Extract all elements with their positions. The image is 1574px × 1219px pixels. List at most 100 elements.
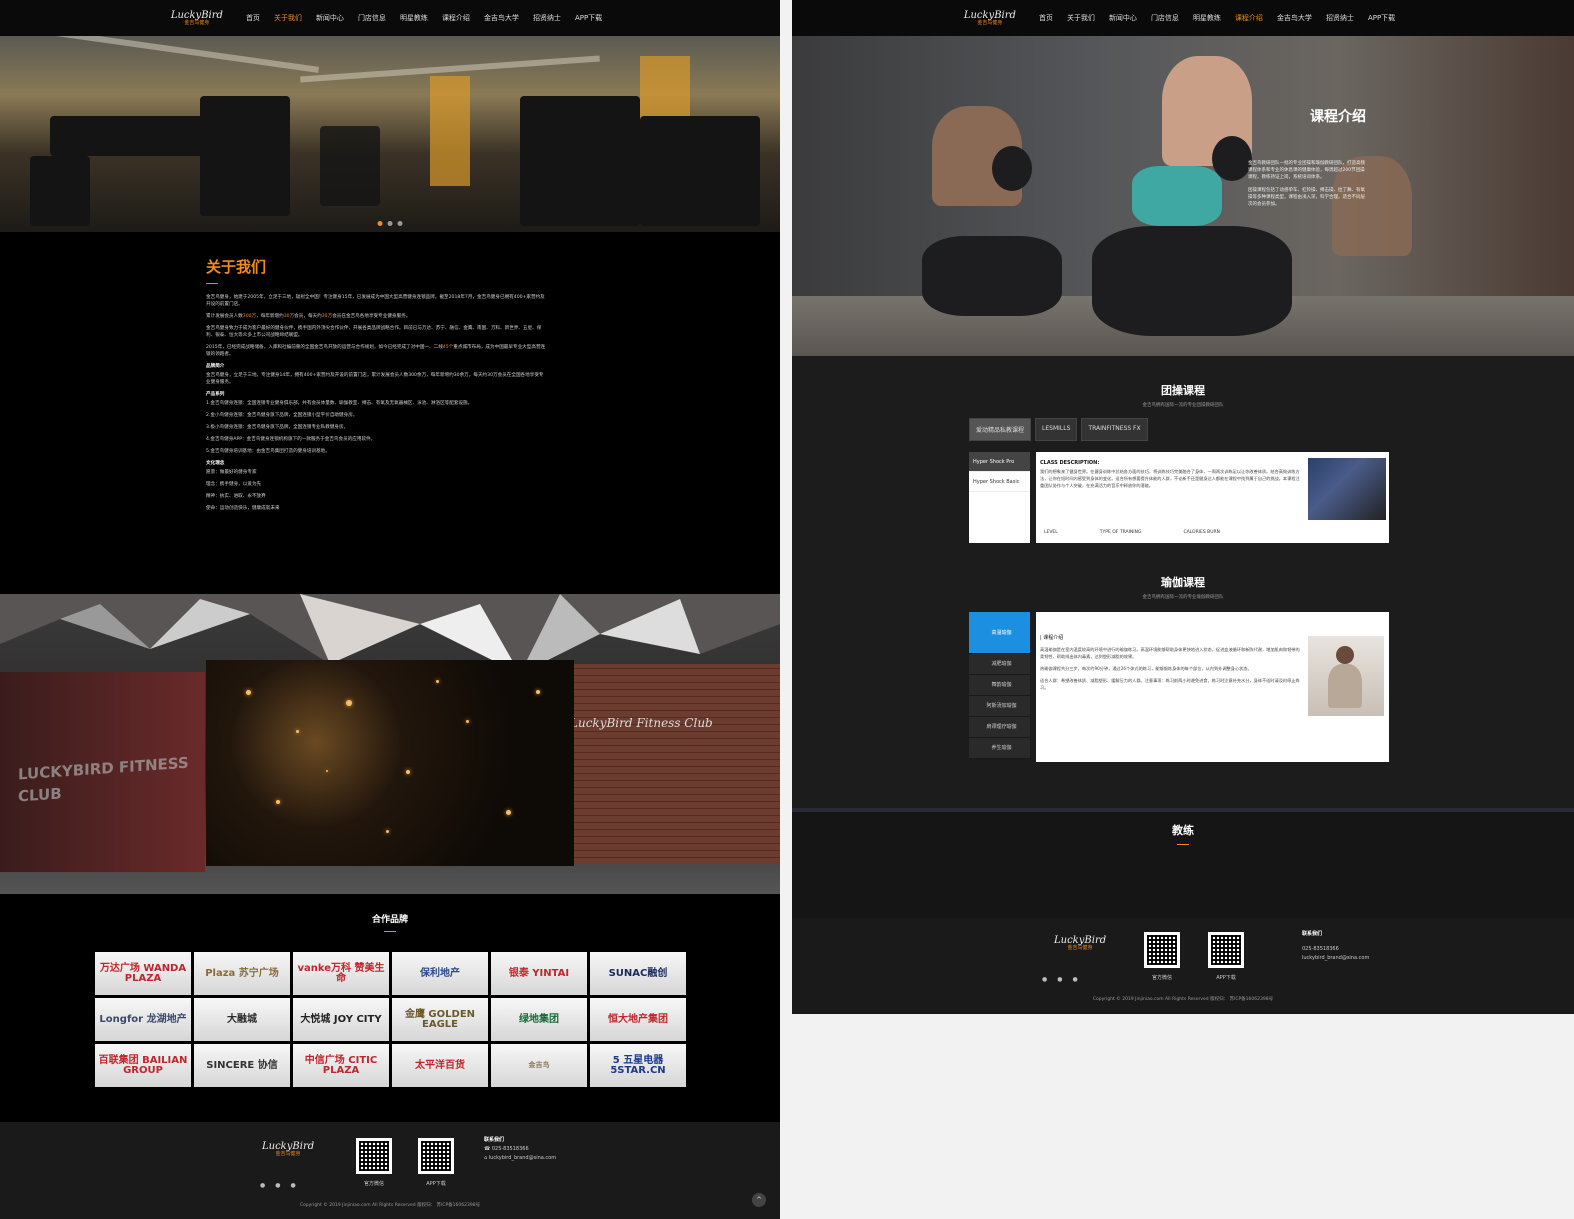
qr-label: APP下载 bbox=[1216, 975, 1236, 981]
nav-news[interactable]: 新闻中心 bbox=[1109, 13, 1137, 23]
partner-logo[interactable]: 银泰 YINTAI bbox=[491, 952, 587, 995]
qr-label: 官方微信 bbox=[1151, 975, 1172, 981]
class-item-hyper-shock-pro[interactable]: Hyper Shock Pro bbox=[969, 452, 1030, 472]
partner-logo[interactable]: 绿地集团 bbox=[491, 998, 587, 1041]
phone-icon: ☎ bbox=[484, 1146, 492, 1152]
culture-item: 理念：携手健身，以爱为先 bbox=[206, 482, 262, 487]
copyright: Copyright © 2019 Jinjiniao.com All Right… bbox=[299, 1203, 481, 1208]
footer-logo[interactable]: LuckyBird 金吉鸟健身 bbox=[1054, 936, 1106, 951]
group-class-tabs: 爱动精品私教课程 LESMILLS TRAINFITNESS FX bbox=[969, 418, 1148, 441]
partner-logo[interactable]: 5 五星电器 5STAR.CN bbox=[590, 1044, 686, 1087]
nav-jobs[interactable]: 招贤纳士 bbox=[533, 13, 561, 23]
nav-news[interactable]: 新闻中心 bbox=[316, 13, 344, 23]
class-meta: LEVEL TYPE OF TRAINING CALORIES BURN bbox=[1044, 530, 1221, 535]
about-paragraph: 金吉鸟健身致力于成为客户最好的健身伙伴，携手国内外顶尖合作伙伴，开展各类品牌战略… bbox=[206, 326, 542, 338]
yoga-item-hot[interactable]: 高温瑜伽 bbox=[969, 612, 1030, 654]
partner-logo[interactable]: vanke万科 赞美生命 bbox=[293, 952, 389, 995]
yoga-item-ashtanga[interactable]: 阿斯汤加瑜伽 bbox=[969, 696, 1030, 717]
nav-coaches[interactable]: 明星教练 bbox=[400, 13, 428, 23]
qr-label: APP下载 bbox=[426, 1181, 446, 1187]
product-item: 1.金吉鸟健身连锁：全国连锁专业健身俱乐部，共有会员体量数、瑜伽教室、搏击、有氧… bbox=[206, 401, 473, 406]
coach-title: 教练 bbox=[1172, 824, 1194, 837]
class-description-text: 我们的想象来了健身世界。在健身训练中总结各方面的技巧，将训练技巧完美融合了身体，… bbox=[1040, 469, 1300, 488]
class-description-panel: CLASS DESCRIPTION: 我们的想象来了健身世界。在健身训练中总结各… bbox=[1036, 452, 1389, 543]
class-photo bbox=[1308, 458, 1386, 520]
top-nav: LuckyBird 金吉鸟健身 首页 关于我们 新闻中心 门店信息 明星教练 课程… bbox=[792, 0, 1574, 36]
weibo-icon[interactable]: ● bbox=[291, 1182, 296, 1189]
nav-coaches[interactable]: 明星教练 bbox=[1193, 13, 1221, 23]
group-class-title: 团操课程 bbox=[1161, 384, 1205, 397]
weibo-icon[interactable]: ● bbox=[1073, 976, 1078, 983]
yoga-item-dance[interactable]: 舞韵瑜伽 bbox=[969, 675, 1030, 696]
partner-brands-section: 合作品牌 万达广场 WANDA PLAZA Plaza 苏宁广场 vanke万科… bbox=[0, 894, 780, 1122]
brand-intro-heading: 品牌简介 bbox=[206, 364, 225, 369]
nav-courses[interactable]: 课程介绍 bbox=[1235, 13, 1263, 23]
partner-logo[interactable]: Longfor 龙湖地产 bbox=[95, 998, 191, 1041]
partner-logo[interactable]: 大融城 bbox=[194, 998, 290, 1041]
yoga-description-panel: | 课程介绍 高温瑜伽是在室内温度较高的环境中进行的瑜伽练习。高温环境能够帮助身… bbox=[1036, 612, 1389, 762]
nav-app[interactable]: APP下载 bbox=[1368, 13, 1395, 23]
class-item-hyper-shock-basic[interactable]: Hyper Shock Basic bbox=[969, 472, 1030, 492]
partner-logo[interactable]: 保利地产 bbox=[392, 952, 488, 995]
partner-logo[interactable]: 太平洋百货 bbox=[392, 1044, 488, 1087]
nav-stores[interactable]: 门店信息 bbox=[1151, 13, 1179, 23]
app-qr-code bbox=[418, 1138, 454, 1174]
group-class-list: Hyper Shock Pro Hyper Shock Basic bbox=[969, 452, 1030, 543]
partner-logo[interactable]: 百联集团 BAILIAN GROUP bbox=[95, 1044, 191, 1087]
partner-logo[interactable]: 金鹰 GOLDEN EAGLE bbox=[392, 998, 488, 1041]
contact-info: 联系我们 ☎ 025-83518366 ⌂ luckybird_brand@si… bbox=[484, 1137, 557, 1161]
product-item: 5.金吉鸟健身培训基地：由金吉鸟集团打造的健身培训基地。 bbox=[206, 449, 330, 454]
partner-logo[interactable]: 大悦城 JOY CITY bbox=[293, 998, 389, 1041]
partner-logo-grid: 万达广场 WANDA PLAZA Plaza 苏宁广场 vanke万科 赞美生命… bbox=[95, 952, 686, 1087]
partner-logo[interactable]: 金吉鸟 bbox=[491, 1044, 587, 1087]
partner-logo[interactable]: SINCERE 协信 bbox=[194, 1044, 290, 1087]
yoga-subtitle: 金吉鸟拥有国际一流的专业瑜伽教研团队 bbox=[1142, 595, 1224, 600]
yoga-item-slimming[interactable]: 减肥瑜伽 bbox=[969, 654, 1030, 675]
back-to-top-button[interactable]: ^ bbox=[752, 1193, 766, 1207]
product-item: 2.金小鸟健身连锁：金吉鸟健身旗下品牌，全国连锁小型平价自助健身房。 bbox=[206, 413, 358, 418]
wechat-icon[interactable]: ● bbox=[1042, 976, 1047, 983]
partners-title: 合作品牌 bbox=[371, 915, 408, 925]
courses-page: LuckyBird 金吉鸟健身 首页 关于我们 新闻中心 门店信息 明星教练 课程… bbox=[792, 0, 1574, 1014]
site-footer: LuckyBird 金吉鸟健身 ● ● ● 官方微信 APP下载 联系我们 025… bbox=[792, 918, 1574, 1014]
yoga-item-neck-therapy[interactable]: 肩颈理疗瑜伽 bbox=[969, 717, 1030, 738]
site-logo[interactable]: LuckyBird 金吉鸟健身 bbox=[964, 10, 1016, 26]
partner-logo[interactable]: 中信广场 CITIC PLAZA bbox=[293, 1044, 389, 1087]
partner-logo[interactable]: 万达广场 WANDA PLAZA bbox=[95, 952, 191, 995]
partner-logo[interactable]: Plaza 苏宁广场 bbox=[194, 952, 290, 995]
culture-heading: 文化理念 bbox=[206, 461, 225, 466]
courses-intro: 金吉鸟教研团队一批的专业团操和瑜伽教研团队，打造高频课程体系和专业的休息课的健康… bbox=[1248, 161, 1365, 207]
about-paragraph: 累计发展会员人数300万，每年新增约30万会员，每天约30万会员在金吉鸟各地享受… bbox=[206, 314, 411, 319]
nav-about[interactable]: 关于我们 bbox=[274, 13, 302, 23]
nav-home[interactable]: 首页 bbox=[1039, 13, 1053, 23]
tab-trainfitness[interactable]: TRAINFITNESS FX bbox=[1081, 418, 1148, 441]
qq-icon[interactable]: ● bbox=[1057, 976, 1062, 983]
nav-home[interactable]: 首页 bbox=[246, 13, 260, 23]
footer-logo[interactable]: LuckyBird 金吉鸟健身 bbox=[262, 1142, 314, 1157]
top-nav: LuckyBird 金吉鸟健身 首页 关于我们 新闻中心 门店信息 明星教练 课程… bbox=[0, 0, 780, 36]
yoga-class-list: 高温瑜伽 减肥瑜伽 舞韵瑜伽 阿斯汤加瑜伽 肩颈理疗瑜伽 养生瑜伽 bbox=[969, 612, 1030, 759]
site-logo[interactable]: LuckyBird 金吉鸟健身 bbox=[171, 10, 223, 26]
yoga-item-wellness[interactable]: 养生瑜伽 bbox=[969, 738, 1030, 759]
carousel-dots[interactable] bbox=[377, 221, 403, 226]
nav-university[interactable]: 金吉鸟大学 bbox=[1277, 13, 1312, 23]
tab-lesmills[interactable]: LESMILLS bbox=[1035, 418, 1078, 441]
partner-logo[interactable]: 恒大地产集团 bbox=[590, 998, 686, 1041]
nav-about[interactable]: 关于我们 bbox=[1067, 13, 1095, 23]
yoga-photo bbox=[1308, 636, 1384, 716]
about-section: 关于我们 金吉鸟健身，始建于2005年，立足于三地，辐射全中国！专注健身15年，… bbox=[0, 232, 780, 594]
tab-private-courses[interactable]: 爱动精品私教课程 bbox=[969, 418, 1032, 441]
partner-logo[interactable]: SUNAC融创 bbox=[590, 952, 686, 995]
qq-icon[interactable]: ● bbox=[275, 1182, 280, 1189]
social-icons: ● ● ● bbox=[260, 1182, 296, 1189]
club-interior-image: LUCKYBIRD FITNESS CLUB LuckyBird Fitness… bbox=[0, 594, 780, 894]
nav-app[interactable]: APP下载 bbox=[575, 13, 602, 23]
wechat-icon[interactable]: ● bbox=[260, 1182, 265, 1189]
nav-jobs[interactable]: 招贤纳士 bbox=[1326, 13, 1354, 23]
nav-university[interactable]: 金吉鸟大学 bbox=[484, 13, 519, 23]
nav-stores[interactable]: 门店信息 bbox=[358, 13, 386, 23]
about-paragraph: 金吉鸟健身，始建于2005年，立足于三地，辐射全中国！专注健身15年，已发展成为… bbox=[206, 295, 545, 307]
promo-video[interactable] bbox=[206, 660, 574, 866]
product-item: 3.极小鸟健身连锁：金吉鸟健身旗下品牌，全国连锁专业私教健身房。 bbox=[206, 425, 349, 430]
nav-courses[interactable]: 课程介绍 bbox=[442, 13, 470, 23]
